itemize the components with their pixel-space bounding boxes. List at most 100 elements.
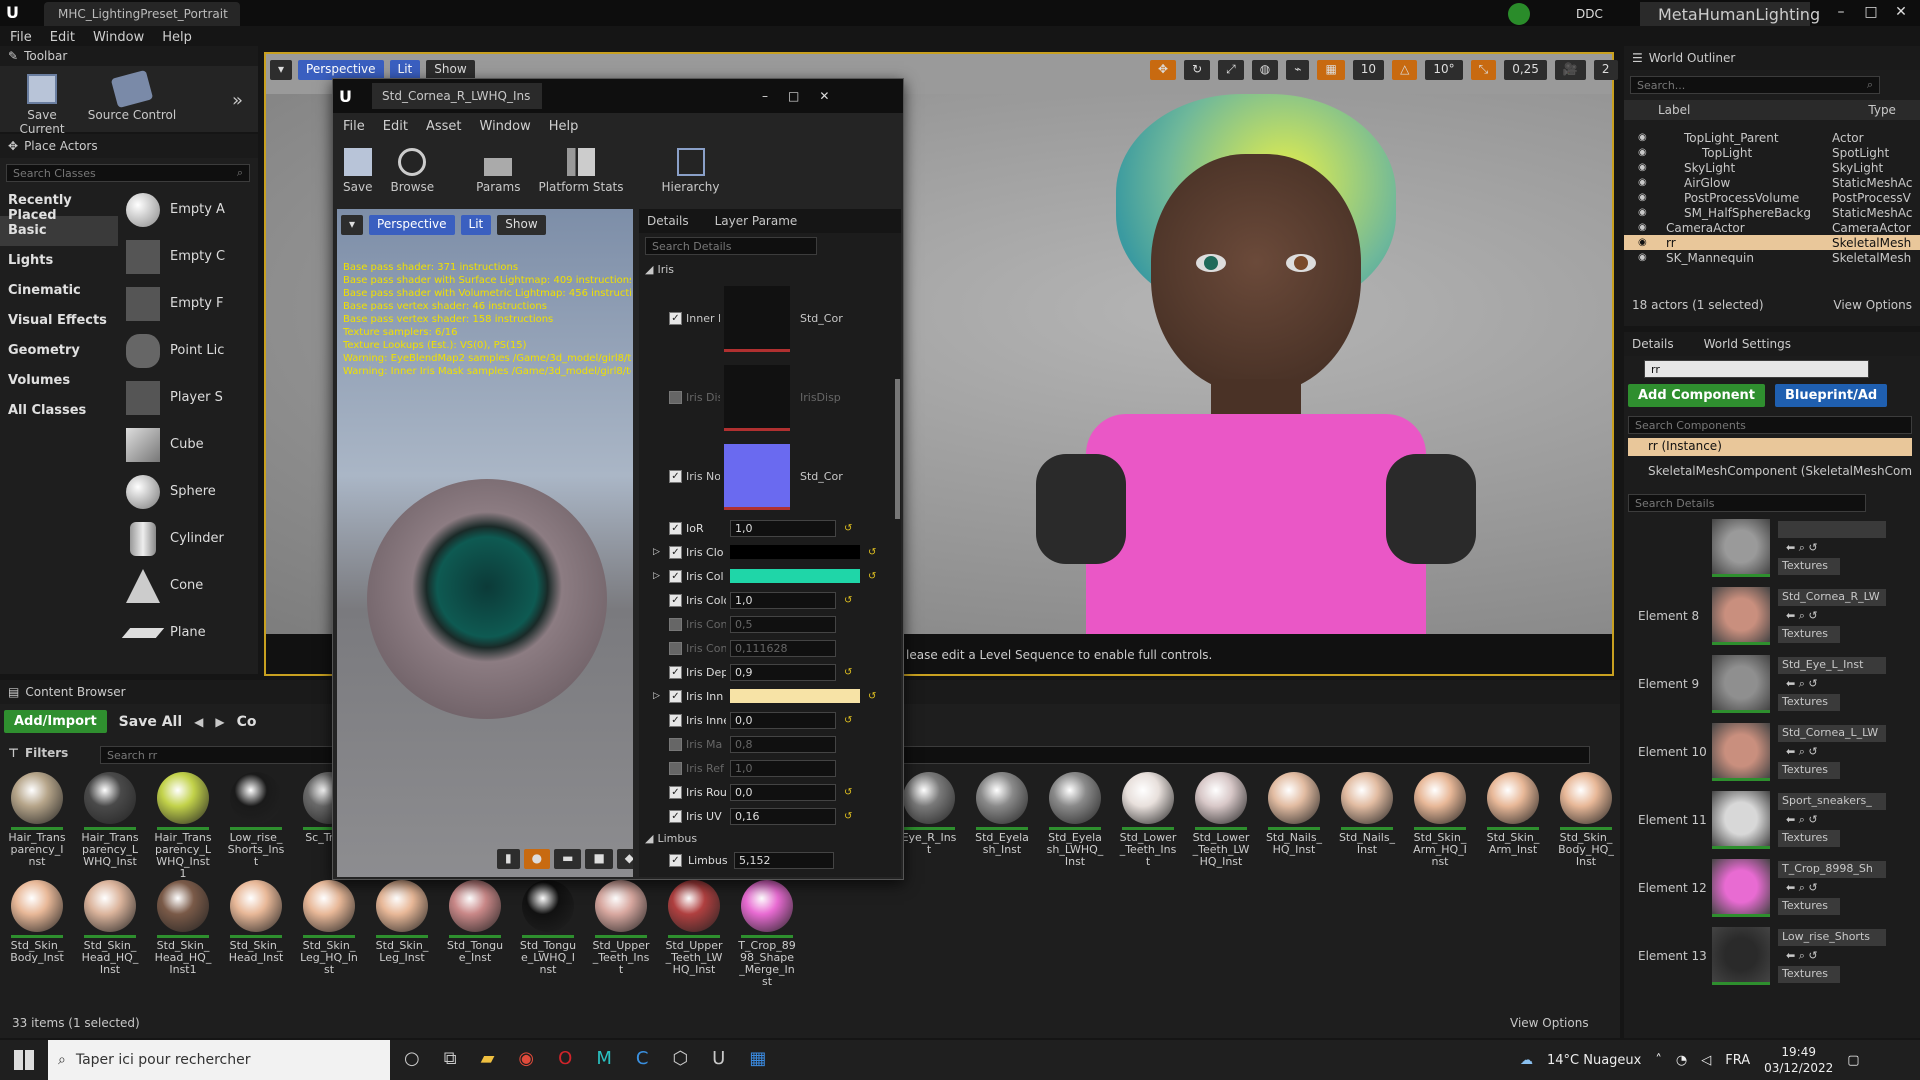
asset-tile[interactable]: Std_Skin_Arm_HQ_Inst <box>1411 772 1469 868</box>
actor-sphere[interactable]: Sphere <box>122 468 242 515</box>
material-dropdown[interactable]: Sport_sneakers_ <box>1778 793 1886 810</box>
asset-tile[interactable]: Std_Skin_Leg_HQ_Inst <box>300 880 358 976</box>
weather-text[interactable]: 14°C Nuageux <box>1547 1053 1641 1068</box>
save-all-button[interactable]: Save All <box>119 714 182 730</box>
texture-param-row[interactable]: ✓ Inner Ir Std_Cor <box>639 279 901 358</box>
material-dropdown[interactable] <box>1778 521 1886 538</box>
textures-dropdown[interactable]: Textures <box>1778 898 1840 915</box>
category-visual-effects[interactable]: Visual Effects <box>0 306 118 336</box>
menu-help[interactable]: Help <box>549 119 579 134</box>
limbus-checkbox[interactable]: ✓ <box>669 853 682 867</box>
visibility-eye-icon[interactable]: ◉ <box>1638 177 1652 188</box>
material-thumbnail[interactable] <box>1712 791 1770 849</box>
menu-file[interactable]: File <box>343 119 365 134</box>
scale-icon[interactable]: ⤢ <box>1218 60 1244 80</box>
reset-icon[interactable]: ↺ <box>844 787 852 798</box>
actor-point-light[interactable]: Point Lic <box>122 327 242 374</box>
place-actors-tab[interactable]: ✥ Place Actors <box>0 134 258 158</box>
asset-tile[interactable]: Std_Eyelash_Inst <box>973 772 1031 856</box>
material-dropdown[interactable]: T_Crop_8998_Sh <box>1778 861 1886 878</box>
material-preview-viewport[interactable]: ▾ Perspective Lit Show Base pass shader:… <box>337 209 633 877</box>
asset-tile[interactable]: Std_Skin_Head_HQ_Inst1 <box>154 880 212 976</box>
actor-cylinder[interactable]: Cylinder <box>122 515 242 562</box>
asset-tile[interactable]: Std_Eyelash_LWHQ_Inst <box>1046 772 1104 868</box>
toolbar-tab[interactable]: ✎ Toolbar <box>0 46 258 66</box>
details-tab[interactable]: Details <box>1632 337 1674 351</box>
calculator-icon[interactable]: ▦ <box>749 1048 766 1069</box>
menu-asset[interactable]: Asset <box>426 119 462 134</box>
reset-icon[interactable]: ↺ <box>844 667 852 678</box>
param-value[interactable]: 0,5 <box>730 615 836 633</box>
asset-tile[interactable]: Std_Skin_Head_Inst <box>227 880 285 964</box>
param-row[interactable]: ▷ ✓ Iris Col ↺ <box>639 564 901 588</box>
actor-empty-character[interactable]: Empty C <box>122 233 242 280</box>
preview-perspective-button[interactable]: Perspective <box>369 215 455 235</box>
folder-path[interactable]: Co <box>237 714 257 730</box>
chrome-icon[interactable]: ◉ <box>518 1048 534 1069</box>
surface-snap-icon[interactable]: ⌁ <box>1286 60 1310 80</box>
actor-empty-actor[interactable]: Empty A <box>122 186 242 233</box>
param-value[interactable]: 1,0 <box>730 759 836 777</box>
material-search-input[interactable]: Search Details <box>645 237 817 255</box>
actor-player-start[interactable]: Player S <box>122 374 242 421</box>
tray-chevron-icon[interactable]: ˄ <box>1655 1053 1662 1068</box>
param-value[interactable]: 0,111628 <box>730 639 836 657</box>
textures-dropdown[interactable]: Textures <box>1778 762 1840 779</box>
limbus-row[interactable]: ✓ Limbus 5,152 <box>639 848 901 872</box>
asset-tile[interactable]: Hair_Transparency_LWHQ_Inst1 <box>154 772 212 880</box>
save-button[interactable]: Save <box>343 148 372 194</box>
opera-icon[interactable]: O <box>558 1048 572 1069</box>
layer-parameters-tab[interactable]: Layer Parame <box>715 214 798 228</box>
outliner-row[interactable]: ◉ PostProcessVolume PostProcessV <box>1624 190 1920 205</box>
menu-edit[interactable]: Edit <box>383 119 408 134</box>
param-row[interactable]: ✓ Iris UV 0,16 ↺ <box>639 804 901 828</box>
material-dropdown[interactable]: Std_Cornea_R_LW <box>1778 589 1886 606</box>
param-value[interactable]: 0,8 <box>730 735 836 753</box>
asset-tile[interactable]: Std_Skin_Body_HQ_Inst <box>1557 772 1615 868</box>
outliner-row[interactable]: ◉ SkyLight SkyLight <box>1624 160 1920 175</box>
world-icon[interactable]: ◍ <box>1251 60 1279 80</box>
visibility-eye-icon[interactable]: ◉ <box>1638 192 1652 203</box>
material-thumbnail[interactable] <box>1712 723 1770 781</box>
mesh-preview-icon[interactable]: ◆ <box>616 849 633 869</box>
asset-tile[interactable]: Std_Nails_Inst <box>1338 772 1396 856</box>
task-view-icon[interactable]: ⧉ <box>444 1048 457 1069</box>
actor-cone[interactable]: Cone <box>122 562 242 609</box>
asset-tile[interactable]: Low_rise_Shorts_Inst <box>227 772 285 868</box>
blueprint-button[interactable]: Blueprint/Ad <box>1775 384 1888 407</box>
limbus-value[interactable]: 5,152 <box>734 851 834 869</box>
menu-window[interactable]: Window <box>480 119 531 134</box>
param-checkbox[interactable] <box>669 737 682 751</box>
param-checkbox[interactable] <box>669 617 682 631</box>
unreal-taskbar-icon[interactable]: U <box>712 1048 725 1069</box>
asset-tile[interactable]: Std_Skin_Head_HQ_Inst <box>81 880 139 976</box>
rotation-size[interactable]: 10° <box>1425 60 1463 80</box>
toolbar-expand-icon[interactable]: » <box>232 90 243 111</box>
forward-icon[interactable]: ▶ <box>215 715 224 729</box>
param-checkbox[interactable]: ✓ <box>669 785 682 799</box>
asset-tile[interactable]: Std_Lower_Teeth_LWHQ_Inst <box>1192 772 1250 868</box>
param-checkbox[interactable]: ✓ <box>669 665 682 679</box>
search-classes-input[interactable]: Search Classes ⌕ <box>6 164 250 182</box>
translate-icon[interactable]: ✥ <box>1150 60 1177 80</box>
color-swatch[interactable] <box>730 689 860 703</box>
texture-dropdown[interactable]: Std_Cor <box>800 470 854 483</box>
param-row[interactable]: ✓ Iris Inne 0,0 ↺ <box>639 708 901 732</box>
details-search-input[interactable]: Search Details <box>1628 494 1866 512</box>
preview-show-button[interactable]: Show <box>497 215 546 235</box>
textures-dropdown[interactable]: Textures <box>1778 558 1840 575</box>
reset-icon[interactable]: ↺ <box>844 811 852 822</box>
material-dropdown[interactable]: Std_Cornea_L_LW <box>1778 725 1886 742</box>
material-thumbnail[interactable] <box>1712 587 1770 645</box>
taskbar-search[interactable]: ⌕ Taper ici pour rechercher <box>48 1040 390 1080</box>
details-tab[interactable]: Details <box>647 214 689 228</box>
rotation-snap-icon[interactable]: △ <box>1392 60 1418 80</box>
reset-icon[interactable]: ↺ <box>868 571 876 582</box>
asset-tile[interactable]: Eye_R_Inst <box>900 772 958 856</box>
expand-arrow-icon[interactable]: ▷ <box>653 691 665 701</box>
source-control-button[interactable]: Source Control <box>86 69 178 122</box>
rotate-icon[interactable]: ↻ <box>1184 60 1211 80</box>
add-component-button[interactable]: Add Component <box>1628 384 1765 407</box>
outliner-row[interactable]: ◉ SM_HalfSphereBackg StaticMeshAc <box>1624 205 1920 220</box>
material-thumbnail[interactable] <box>1712 859 1770 917</box>
